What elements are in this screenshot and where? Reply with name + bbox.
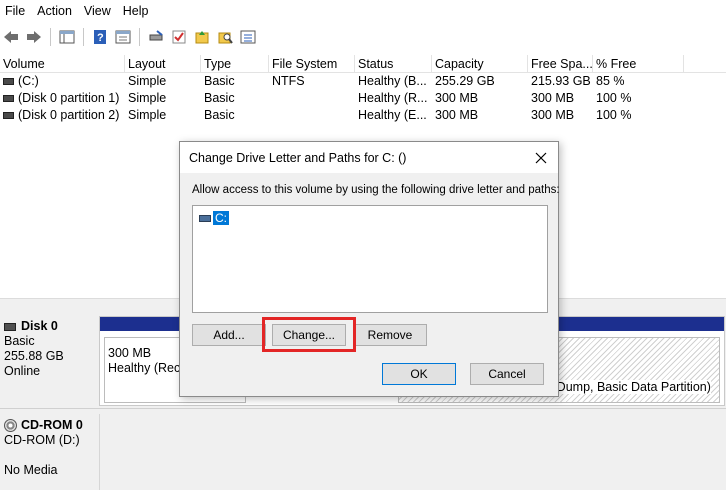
remove-button[interactable]: Remove <box>353 324 427 346</box>
dialog-title: Change Drive Letter and Paths for C: () <box>189 151 407 165</box>
properties-icon[interactable] <box>112 26 134 48</box>
disk0-name: Disk 0 <box>21 319 58 333</box>
folder-up-icon[interactable] <box>191 26 213 48</box>
check-icon[interactable] <box>168 26 190 48</box>
disk0-state: Online <box>4 364 41 378</box>
cdrom-name: CD-ROM 0 <box>21 418 83 432</box>
disk0-info[interactable]: Disk 0 Basic 255.88 GB Online <box>0 319 98 379</box>
drive-paths-list[interactable]: C: <box>192 205 548 313</box>
back-arrow-icon[interactable] <box>0 26 22 48</box>
column-header-volume[interactable]: Volume <box>0 55 125 72</box>
highlight-box <box>262 317 356 352</box>
ok-button[interactable]: OK <box>382 363 456 385</box>
drive-icon <box>199 214 211 222</box>
list-view-icon[interactable] <box>237 26 259 48</box>
column-header-status[interactable]: Status <box>355 55 432 72</box>
menu-action[interactable]: Action <box>32 0 79 22</box>
cd-rom-icon <box>4 419 17 432</box>
cdrom-info[interactable]: CD-ROM 0 CD-ROM (D:) No Media <box>0 418 98 478</box>
cdrom-state: No Media <box>4 463 58 477</box>
column-header-type[interactable]: Type <box>201 55 269 72</box>
toolbar-separator <box>50 28 51 46</box>
cancel-button[interactable]: Cancel <box>470 363 544 385</box>
toolbar-separator <box>139 28 140 46</box>
menu-file[interactable]: File <box>0 0 32 22</box>
column-header-layout[interactable]: Layout <box>125 55 201 72</box>
disk0-type: Basic <box>4 334 35 348</box>
cdrom-drive: CD-ROM (D:) <box>4 433 80 447</box>
column-header-file-system[interactable]: File System <box>269 55 355 72</box>
help-icon[interactable]: ? <box>89 26 111 48</box>
column-header-percent-free[interactable]: % Free <box>593 55 684 72</box>
menu-view[interactable]: View <box>79 0 118 22</box>
table-row[interactable]: (C:) Simple Basic NTFS Healthy (B... 255… <box>0 73 726 90</box>
column-header-capacity[interactable]: Capacity <box>432 55 528 72</box>
close-icon[interactable] <box>530 147 552 169</box>
add-button[interactable]: Add... <box>192 324 266 346</box>
disk-icon <box>4 322 16 331</box>
toolbar-separator <box>83 28 84 46</box>
disk0-size: 255.88 GB <box>4 349 64 363</box>
table-row[interactable]: (Disk 0 partition 2) Simple Basic Health… <box>0 107 726 124</box>
table-header: Volume Layout Type File System Status Ca… <box>0 55 726 73</box>
search-folder-icon[interactable] <box>214 26 236 48</box>
change-drive-letter-dialog: Change Drive Letter and Paths for C: () … <box>179 141 560 397</box>
volume-table: Volume Layout Type File System Status Ca… <box>0 55 726 124</box>
table-row[interactable]: (Disk 0 partition 1) Simple Basic Health… <box>0 90 726 107</box>
column-header-free-space[interactable]: Free Spa... <box>528 55 593 72</box>
toolbar: ? <box>0 24 726 50</box>
list-item-label: C: <box>213 211 229 225</box>
menu-bar: File Action View Help <box>0 0 726 22</box>
connect-drive-icon[interactable] <box>145 26 167 48</box>
list-item[interactable]: C: <box>199 211 229 225</box>
dialog-description: Allow access to this volume by using the… <box>192 184 560 196</box>
dialog-title-bar[interactable]: Change Drive Letter and Paths for C: () <box>180 142 558 173</box>
menu-help[interactable]: Help <box>118 0 156 22</box>
partition-c-status: sh Dump, Basic Data Partition) <box>540 380 711 394</box>
volume-icon <box>3 78 14 85</box>
console-tree-icon[interactable] <box>56 26 78 48</box>
forward-arrow-icon[interactable] <box>23 26 45 48</box>
svg-text:?: ? <box>97 32 104 44</box>
cdrom-area <box>99 414 725 490</box>
volume-icon <box>3 112 14 119</box>
volume-icon <box>3 95 14 102</box>
disk-separator <box>0 408 726 409</box>
